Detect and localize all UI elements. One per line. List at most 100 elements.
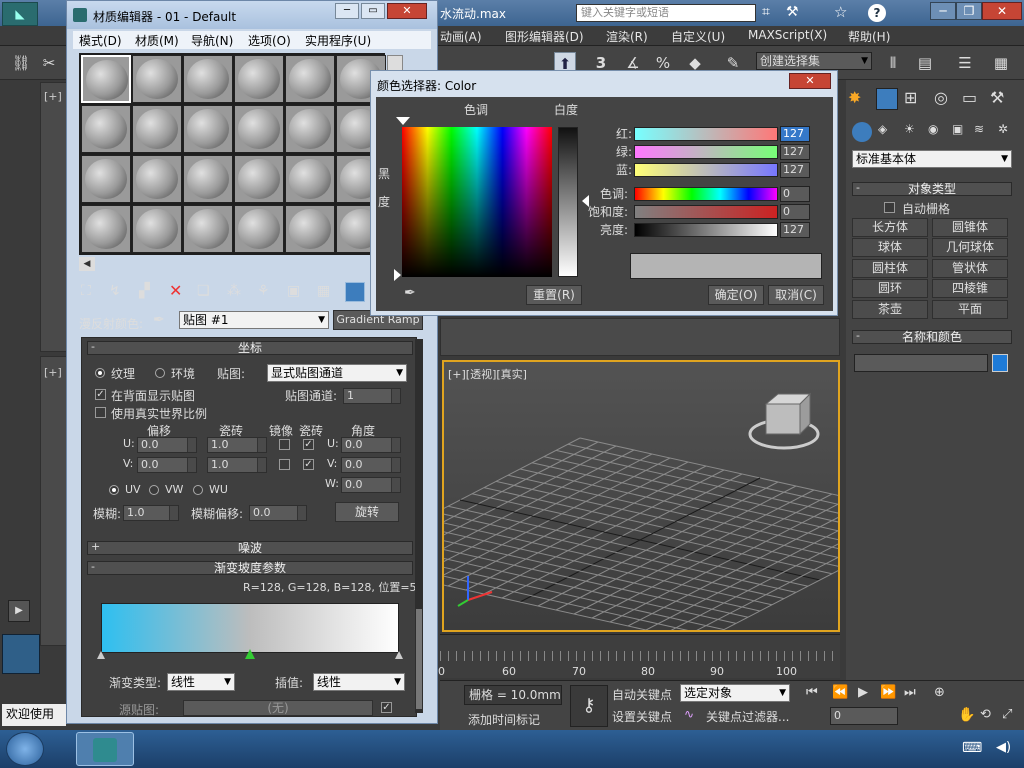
named-selection-dropdown[interactable]: 创建选择集 — [756, 52, 872, 70]
material-slot[interactable] — [285, 205, 335, 253]
key-filters-button[interactable]: 关键点过滤器... — [706, 708, 789, 725]
saturation-value-field[interactable]: 0 — [780, 204, 810, 220]
mated-minimize-button[interactable]: ─ — [335, 3, 359, 19]
green-slider[interactable] — [634, 145, 778, 159]
mated-close-button[interactable]: ✕ — [387, 3, 427, 19]
viewport-perspective[interactable]: [+][透视][真实] — [442, 360, 840, 632]
material-slot[interactable] — [132, 105, 182, 153]
material-slot[interactable] — [183, 155, 233, 203]
uv-radio[interactable] — [109, 485, 119, 495]
box-button[interactable]: 长方体 — [852, 218, 928, 237]
mated-menu-utilities[interactable]: 实用程序(U) — [305, 32, 371, 49]
help-icon[interactable]: ? — [868, 4, 886, 22]
source-map-checkbox[interactable]: ✓ — [381, 702, 392, 713]
u-tile-checkbox[interactable]: ✓ — [303, 439, 314, 450]
value-slider[interactable] — [634, 223, 778, 237]
mated-scrollbar[interactable] — [415, 339, 423, 713]
goto-start-icon[interactable]: ⏮ — [806, 685, 818, 700]
create-tab-icon[interactable]: ✸ — [848, 88, 861, 107]
primitive-type-dropdown[interactable]: 标准基本体 — [852, 150, 1012, 168]
torus-button[interactable]: 圆环 — [852, 279, 928, 298]
v-tile-checkbox[interactable]: ✓ — [303, 459, 314, 470]
material-slot[interactable] — [81, 105, 131, 153]
mated-scroll-thumb[interactable] — [416, 609, 422, 709]
color-eyedropper-icon[interactable]: ✒ — [404, 285, 416, 301]
link-icon[interactable]: ⛓ — [10, 52, 32, 74]
cone-button[interactable]: 圆锥体 — [932, 218, 1008, 237]
star-icon[interactable]: ☆ — [834, 3, 847, 21]
cancel-button[interactable]: 取消(C) — [768, 285, 824, 305]
blue-slider[interactable] — [634, 163, 778, 177]
material-slot[interactable] — [132, 55, 182, 103]
colsel-close-button[interactable]: ✕ — [789, 73, 831, 89]
mated-menu-navigation[interactable]: 导航(N) — [191, 32, 233, 49]
eyedropper-icon[interactable]: ✒ — [153, 312, 165, 328]
hue-blackness-field[interactable] — [402, 127, 552, 277]
align-icon[interactable]: ▤ — [914, 52, 936, 74]
v-mirror-checkbox[interactable] — [279, 459, 290, 470]
app-logo-icon[interactable]: ◣ — [2, 2, 38, 26]
material-slot[interactable] — [234, 105, 284, 153]
reset-map-icon[interactable]: ✕ — [169, 281, 182, 300]
restore-main-button[interactable]: ❐ — [956, 2, 982, 20]
material-slot[interactable] — [234, 155, 284, 203]
systems-icon[interactable]: ✲ — [998, 122, 1008, 136]
material-slot[interactable] — [132, 205, 182, 253]
utilities-tab-icon[interactable]: ⚒ — [990, 88, 1004, 107]
object-color-swatch[interactable] — [992, 354, 1008, 372]
volume-icon[interactable]: ◀) — [996, 740, 1011, 755]
interpolation-dropdown[interactable]: 线性 — [313, 673, 405, 691]
material-slot[interactable] — [285, 55, 335, 103]
spacewarps-icon[interactable]: ≋ — [974, 122, 984, 136]
box-object[interactable] — [748, 392, 820, 450]
show-end-result-icon[interactable] — [345, 282, 365, 302]
goto-end-icon[interactable]: ⏭ — [904, 685, 916, 700]
shapes-icon[interactable]: ◈ — [878, 122, 887, 136]
copy-material-icon[interactable]: ❏ — [197, 283, 210, 299]
mated-menu-options[interactable]: 选项(O) — [248, 32, 291, 49]
pyramid-button[interactable]: 四棱锥 — [932, 279, 1008, 298]
gradient-ramp-bar[interactable] — [101, 603, 399, 653]
minimize-main-button[interactable]: ─ — [930, 2, 956, 20]
v-angle-spinner[interactable]: 0.0 — [341, 457, 401, 473]
add-time-tag[interactable]: 添加时间标记 — [468, 711, 540, 728]
whiteness-bar[interactable] — [558, 127, 578, 277]
put-to-scene-icon[interactable]: ↯ — [109, 283, 121, 299]
ok-button[interactable]: 确定(O) — [708, 285, 764, 305]
start-button[interactable] — [6, 732, 44, 766]
noise-header[interactable]: 噪波 — [87, 541, 413, 555]
binoculars-icon[interactable]: ⌗ — [762, 4, 770, 20]
lights-icon[interactable]: ☀ — [904, 122, 915, 136]
rotate-button[interactable]: 旋转 — [335, 502, 399, 522]
slots-scroll-left-icon[interactable]: ◀ — [79, 257, 95, 271]
noise-toggle[interactable]: + — [91, 540, 100, 553]
viewport-left[interactable] — [40, 356, 68, 646]
environ-radio[interactable] — [155, 368, 165, 378]
w-angle-spinner[interactable]: 0.0 — [341, 477, 401, 493]
red-value-field[interactable]: 127 — [780, 126, 810, 142]
frame-field[interactable]: 0 — [830, 707, 898, 725]
blur-spinner[interactable]: 1.0 — [123, 505, 179, 521]
cylinder-button[interactable]: 圆柱体 — [852, 259, 928, 278]
sample-type-icon[interactable] — [387, 55, 403, 71]
mapping-dropdown[interactable]: 显式贴图通道 — [267, 364, 407, 382]
hierarchy-tab-icon[interactable]: ⊞ — [904, 88, 917, 107]
material-slot[interactable] — [285, 155, 335, 203]
set-key-button[interactable]: 设置关键点 — [612, 708, 672, 725]
orbit-icon[interactable]: ⟲ — [980, 707, 991, 722]
unique-icon[interactable]: ⁂ — [227, 283, 241, 299]
gradient-ramp-header[interactable]: 渐变坡度参数 — [87, 561, 413, 575]
map-name-dropdown[interactable]: 贴图 #1 — [179, 311, 329, 329]
unlink-icon[interactable]: ✂ — [38, 52, 60, 74]
helpers-icon[interactable]: ▣ — [952, 122, 963, 136]
auto-key-button[interactable]: 自动关键点 — [612, 686, 672, 703]
u-mirror-checkbox[interactable] — [279, 439, 290, 450]
red-slider[interactable] — [634, 127, 778, 141]
mirror-icon[interactable]: ⫴ — [882, 52, 904, 74]
gradient-ramp-toggle[interactable]: - — [91, 560, 95, 573]
vw-radio[interactable] — [149, 485, 159, 495]
show-map-icon[interactable]: ▦ — [317, 283, 330, 299]
motion-tab-icon[interactable]: ◎ — [934, 88, 948, 107]
gradient-flag-left[interactable] — [97, 651, 105, 659]
geosphere-button[interactable]: 几何球体 — [932, 238, 1008, 257]
